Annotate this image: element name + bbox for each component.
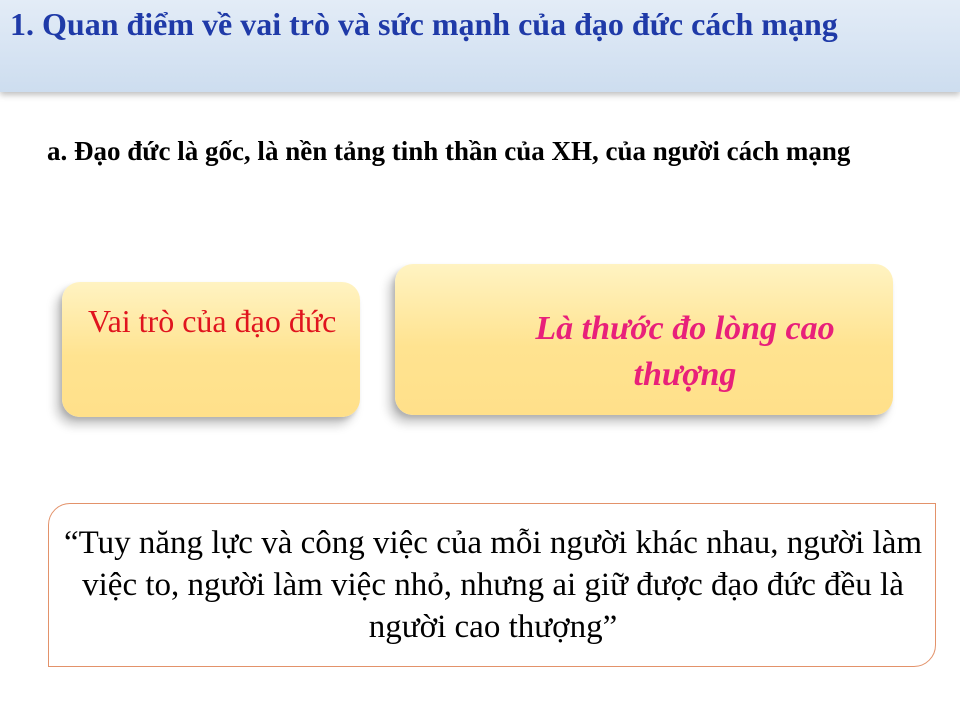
measure-box-label: Là thước đo lòng cao thượng	[535, 310, 835, 393]
role-box-label: Vai trò của đạo đức	[88, 303, 337, 339]
slide-title-bar: 1. Quan điểm về vai trò và sức mạnh của …	[0, 0, 960, 92]
section-subheading: a. Đạo đức là gốc, là nền tảng tinh thần…	[47, 136, 851, 166]
slide-title: 1. Quan điểm về vai trò và sức mạnh của …	[10, 6, 838, 42]
measure-box: Là thước đo lòng cao thượng	[395, 264, 893, 415]
quote-text: “Tuy năng lực và công việc của mỗi người…	[63, 525, 923, 645]
quote-box: “Tuy năng lực và công việc của mỗi người…	[48, 503, 936, 667]
role-box: Vai trò của đạo đức	[62, 282, 360, 417]
